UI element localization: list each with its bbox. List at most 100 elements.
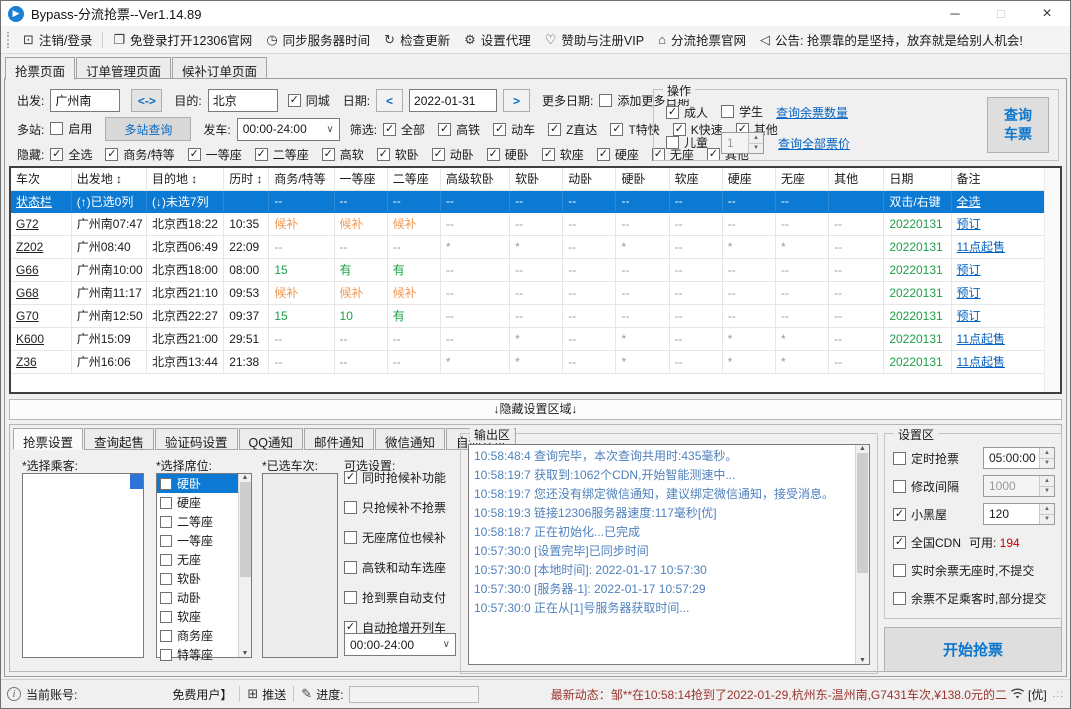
seat-item[interactable]: 一等座 [157, 531, 238, 550]
adult-checkbox[interactable]: ✓ 成人 [666, 104, 708, 121]
hide-checkbox[interactable]: ✓ 动卧 [431, 146, 474, 163]
filter-checkbox[interactable]: ✓ 全部 [383, 121, 425, 138]
settings-tab-1[interactable]: 抢票设置 [13, 428, 84, 450]
hide-checkbox[interactable]: ✓ 硬座 [596, 146, 639, 163]
toolbar-item-clock[interactable]: ◷ 同步服务器时间 [266, 30, 370, 49]
setting-spinner[interactable]: 05:00:00 ▲ ▼ [983, 447, 1055, 469]
toolbar-item-refresh[interactable]: ↻ 检查更新 [384, 30, 450, 49]
output-scrollbar[interactable]: ▲ ▼ [855, 445, 869, 664]
setting-checkbox[interactable]: 定时抢票 [893, 450, 959, 467]
hide-checkbox[interactable]: ✓ 高软 [321, 146, 364, 163]
status-cell-note[interactable]: 全选 [951, 190, 1053, 213]
filter-checkbox[interactable]: ✓ 高铁 [438, 121, 480, 138]
toolbar-item-gear[interactable]: ⚙ 设置代理 [464, 30, 531, 49]
resize-grip[interactable]: .:: [1053, 689, 1064, 700]
output-log-list[interactable]: 10:58:48:4 查询完毕，本次查询共用时:435毫秒。 10:58:19:7… [468, 444, 870, 665]
cell-train-no[interactable]: Z36 [11, 350, 72, 374]
spinner-arrows-icon[interactable]: ▲ ▼ [1039, 504, 1054, 524]
scroll-down-icon[interactable]: ▼ [859, 657, 866, 664]
main-tab-2[interactable]: 订单管理页面 [76, 57, 172, 79]
settings-tab-2[interactable]: 查询起售 [84, 428, 155, 450]
hide-checkbox[interactable]: ✓ 商务/特等 [105, 146, 175, 163]
setting-checkbox[interactable]: ✓ 小黑屋 [893, 506, 947, 523]
hide-checkbox[interactable]: ✓ 一等座 [187, 146, 242, 163]
setting-spinner[interactable]: 1000 ▲ ▼ [983, 475, 1055, 497]
column-header-hard-seat[interactable]: 硬座 [722, 168, 776, 191]
spinner-arrows-icon[interactable]: ▲ ▼ [1039, 476, 1054, 496]
start-grab-button[interactable]: 开始抢票 [884, 627, 1062, 672]
table-scrollbar[interactable] [1044, 168, 1060, 392]
seat-item[interactable]: 无座 [157, 550, 238, 569]
setting-checkbox[interactable]: 实时余票无座时,不提交 [893, 562, 1034, 579]
date-next-button[interactable]: > [503, 89, 531, 112]
depart-time-combo[interactable]: 00:00-24:00 ∨ [236, 117, 340, 141]
minimize-button[interactable]: ─ [932, 1, 978, 26]
scroll-down-icon[interactable]: ▼ [242, 650, 249, 657]
column-header-duration[interactable]: 历时 ↕ [223, 168, 270, 191]
hide-checkbox[interactable]: ✓ 硬卧 [486, 146, 529, 163]
cell-note[interactable]: 预订 [951, 281, 1053, 305]
cell-train-no[interactable]: G72 [11, 212, 72, 236]
scroll-up-icon[interactable]: ▲ [242, 474, 249, 481]
cell-note[interactable]: 11点起售 [951, 327, 1053, 351]
multi-station-query-button[interactable]: 多站查询 [105, 117, 192, 141]
grab-time-combo[interactable]: 00:00-24:00 ∨ [344, 633, 456, 656]
seat-item[interactable]: 动卧 [157, 588, 238, 607]
dest-input[interactable] [207, 89, 278, 112]
seat-item[interactable]: 软卧 [157, 569, 238, 588]
cell-train-no[interactable]: G70 [11, 304, 72, 328]
settings-tab-5[interactable]: 邮件通知 [304, 428, 375, 450]
hide-settings-bar[interactable]: ↓隐藏设置区域↓ [9, 399, 1062, 420]
passenger-listbox[interactable] [22, 473, 144, 658]
cell-note[interactable]: 预订 [951, 212, 1053, 236]
column-header-first-class[interactable]: 一等座 [334, 168, 388, 191]
hide-checkbox[interactable]: ✓ 软座 [541, 146, 584, 163]
seat-scrollbar[interactable]: ▲ ▼ [238, 474, 251, 657]
column-header-soft-seat[interactable]: 软座 [669, 168, 723, 191]
child-checkbox[interactable]: 儿童 [666, 134, 708, 151]
hide-checkbox[interactable]: ✓ 二等座 [254, 146, 309, 163]
toolbar-item-speaker[interactable]: ◁ 公告: 抢票靠的是坚持，放弃就是给别人机会! [760, 30, 1023, 49]
cell-note[interactable]: 11点起售 [951, 235, 1053, 259]
toolbar-item-window[interactable]: ❐ 免登录打开12306官网 [113, 30, 252, 49]
column-header-depart[interactable]: 出发地 ↕ [71, 168, 147, 191]
cell-train-no[interactable]: K600 [11, 327, 72, 351]
seat-listbox[interactable]: 硬卧 硬座 二等座 一等座 无座 软卧 动卧 软座 商务座 特等座 ▲ ▼ [156, 473, 252, 662]
cell-note[interactable]: 11点起售 [951, 350, 1053, 374]
settings-tab-4[interactable]: QQ通知 [238, 428, 303, 450]
column-header-train-no[interactable]: 车次 [11, 168, 72, 191]
main-tab-3[interactable]: 候补订单页面 [172, 57, 268, 79]
option-checkbox[interactable]: 只抢候补不抢票 [344, 499, 464, 516]
close-button[interactable]: × [1024, 1, 1070, 26]
setting-checkbox[interactable]: ✓ 全国CDN [893, 534, 961, 551]
date-input[interactable] [409, 89, 498, 112]
filter-checkbox[interactable]: ✓ 动车 [493, 121, 535, 138]
cell-train-no[interactable]: G68 [11, 281, 72, 305]
settings-tab-6[interactable]: 微信通知 [375, 428, 446, 450]
column-header-premium-soft-sleeper[interactable]: 高级软卧 [440, 168, 511, 191]
main-tab-1[interactable]: 抢票页面 [5, 57, 76, 80]
spinner-arrows-icon[interactable]: ▲ ▼ [748, 133, 764, 153]
maximize-button[interactable]: □ [978, 1, 1024, 26]
setting-checkbox[interactable]: 余票不足乘客时,部分提交 [893, 590, 1046, 607]
seat-item[interactable]: 二等座 [157, 512, 238, 531]
cell-train-no[interactable]: G66 [11, 258, 72, 282]
cell-train-no[interactable]: Z202 [11, 235, 72, 259]
date-prev-button[interactable]: < [376, 89, 404, 112]
column-header-note[interactable]: 备注 [951, 168, 1053, 191]
query-all-prices-link[interactable]: 查询全部票价 [778, 135, 850, 152]
student-checkbox[interactable]: 学生 [721, 103, 763, 120]
output-scrollbar-thumb[interactable] [857, 453, 868, 573]
hide-checkbox[interactable]: ✓ 全选 [50, 146, 92, 163]
same-city-checkbox[interactable]: ✓ 同城 [287, 92, 330, 109]
seat-item[interactable]: 软座 [157, 607, 238, 626]
seat-item[interactable]: 商务座 [157, 626, 238, 645]
column-header-other[interactable]: 其他 [828, 168, 885, 191]
cell-note[interactable]: 预订 [951, 304, 1053, 328]
setting-checkbox[interactable]: 修改间隔 [893, 478, 959, 495]
column-header-soft-sleeper[interactable]: 软卧 [509, 168, 564, 191]
seat-scrollbar-thumb[interactable] [239, 482, 251, 577]
multi-enable-checkbox[interactable]: 启用 [50, 120, 92, 137]
option-checkbox[interactable]: 抢到票自动支付 [344, 589, 464, 606]
column-header-no-seat[interactable]: 无座 [775, 168, 830, 191]
